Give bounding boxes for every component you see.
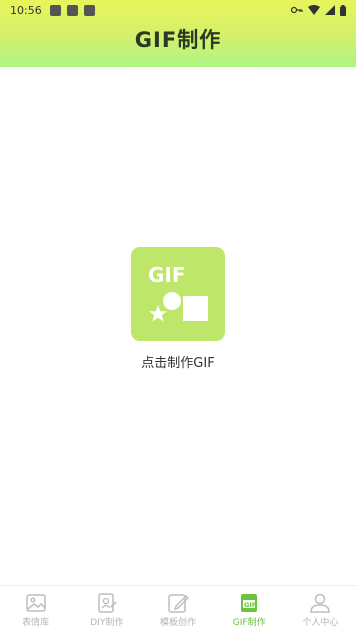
gif-icon: GIF — [241, 594, 258, 612]
star-shape — [149, 305, 167, 322]
diy-edit-icon — [98, 593, 117, 613]
status-time: 10:56 — [10, 3, 42, 17]
page-title: GIF制作 — [134, 28, 222, 52]
card-text: GIF — [148, 263, 186, 287]
svg-text:GIF: GIF — [244, 601, 256, 609]
template-edit-icon — [168, 594, 189, 613]
notification-icon — [83, 4, 95, 16]
tab-label: GIF制作 — [232, 618, 266, 628]
tab-personal-center[interactable]: 个人中心 — [285, 586, 356, 632]
tab-diy-make[interactable]: DIY制作 — [71, 586, 142, 632]
image-icon — [25, 594, 46, 612]
signal-icon — [325, 5, 335, 15]
notification-icon — [49, 4, 61, 16]
status-bar: 10:56 — [0, 0, 356, 20]
tab-gif-make[interactable]: GIF GIF制作 — [214, 586, 285, 632]
tab-emoji-library[interactable]: 表情库 — [0, 586, 71, 632]
tab-label: 表情库 — [22, 618, 50, 628]
make-gif-label[interactable]: 点击制作GIF — [0, 352, 356, 371]
tab-label: 个人中心 — [302, 618, 339, 628]
square-shape — [183, 296, 208, 321]
tab-label: 模板创作 — [160, 618, 197, 628]
key-icon — [291, 6, 303, 14]
wifi-icon — [308, 5, 320, 15]
tab-template-create[interactable]: 模板创作 — [142, 586, 213, 632]
user-icon — [310, 593, 331, 613]
notification-icon — [66, 4, 78, 16]
make-gif-button[interactable]: GIF — [131, 247, 225, 341]
app-header: 10:56 GIF制作 — [0, 0, 356, 67]
gif-make-icon: GIF — [148, 263, 208, 322]
bottom-tab-bar: 表情库 DIY制作 模板创作 GIF GIF制作 个人中心 — [0, 585, 356, 632]
circle-shape — [163, 292, 181, 310]
tab-label: DIY制作 — [90, 618, 124, 628]
battery-icon — [340, 4, 346, 16]
